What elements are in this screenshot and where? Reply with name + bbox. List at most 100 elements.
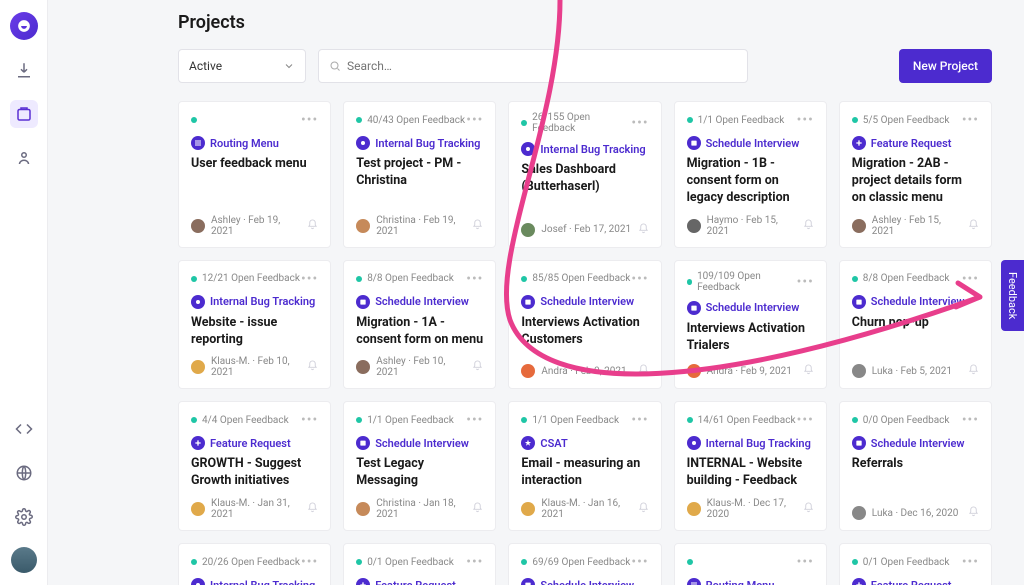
- projects-icon[interactable]: [10, 100, 38, 128]
- card-more-icon[interactable]: •••: [631, 115, 648, 131]
- card-more-icon[interactable]: •••: [797, 412, 814, 428]
- download-icon[interactable]: [10, 56, 38, 84]
- bell-icon[interactable]: [638, 502, 649, 516]
- project-meta: Luka · Dec 16, 2020: [872, 508, 959, 519]
- bell-icon[interactable]: [307, 502, 318, 516]
- author-avatar: [687, 364, 701, 378]
- app-logo[interactable]: [10, 12, 38, 40]
- bell-icon[interactable]: [307, 219, 318, 233]
- bell-icon[interactable]: [803, 364, 814, 378]
- project-title: Migration - 1B - consent form on legacy …: [687, 156, 814, 207]
- search-input[interactable]: [347, 59, 737, 73]
- card-more-icon[interactable]: •••: [962, 271, 979, 287]
- card-more-icon[interactable]: •••: [631, 412, 648, 428]
- open-feedback-count: 12/21 Open Feedback: [191, 273, 300, 284]
- project-tag: Schedule Interview: [852, 295, 979, 309]
- bell-icon[interactable]: [638, 223, 649, 237]
- project-card[interactable]: 109/109 Open Feedback ••• Schedule Inter…: [674, 260, 827, 390]
- user-avatar[interactable]: [11, 547, 37, 573]
- projects-grid: ••• Routing Menu User feedback menu Ashl…: [178, 101, 992, 585]
- project-card[interactable]: 69/69 Open Feedback ••• Schedule Intervi…: [508, 543, 661, 585]
- bell-icon[interactable]: [472, 502, 483, 516]
- project-card[interactable]: 0/1 Open Feedback ••• Feature Request De…: [343, 543, 496, 585]
- bell-icon[interactable]: [968, 364, 979, 378]
- card-more-icon[interactable]: •••: [962, 554, 979, 570]
- card-more-icon[interactable]: •••: [797, 554, 814, 570]
- card-more-icon[interactable]: •••: [301, 271, 318, 287]
- project-card[interactable]: 5/5 Open Feedback ••• Feature Request Mi…: [839, 101, 992, 248]
- project-card[interactable]: 8/8 Open Feedback ••• Schedule Interview…: [343, 260, 496, 390]
- card-more-icon[interactable]: •••: [797, 274, 814, 290]
- search-box[interactable]: [318, 49, 748, 83]
- project-meta: Klaus-M. · Feb 10, 2021: [211, 356, 301, 378]
- toolbar: Active New Project: [178, 49, 992, 83]
- card-more-icon[interactable]: •••: [962, 412, 979, 428]
- project-card[interactable]: 4/4 Open Feedback ••• Feature Request GR…: [178, 401, 331, 531]
- globe-icon[interactable]: [10, 459, 38, 487]
- project-card[interactable]: 14/61 Open Feedback ••• Internal Bug Tra…: [674, 401, 827, 531]
- bell-icon[interactable]: [968, 219, 979, 233]
- project-card[interactable]: 12/21 Open Feedback ••• Internal Bug Tra…: [178, 260, 331, 390]
- open-feedback-count: 85/85 Open Feedback: [521, 273, 630, 284]
- author-avatar: [687, 502, 701, 516]
- project-card[interactable]: 0/1 Open Feedback ••• Feature Request Cl…: [839, 543, 992, 585]
- card-more-icon[interactable]: •••: [466, 412, 483, 428]
- code-icon[interactable]: [10, 415, 38, 443]
- project-tag: Internal Bug Tracking: [191, 578, 318, 585]
- project-tag: Schedule Interview: [356, 295, 483, 309]
- card-more-icon[interactable]: •••: [301, 112, 318, 128]
- bell-icon[interactable]: [472, 360, 483, 374]
- card-more-icon[interactable]: •••: [466, 554, 483, 570]
- author-avatar: [356, 502, 370, 516]
- project-title: GROWTH - Suggest Growth initiatives: [191, 456, 318, 490]
- status-filter[interactable]: Active: [178, 49, 306, 83]
- open-feedback-count: 0/1 Open Feedback: [356, 557, 454, 568]
- project-card[interactable]: ••• Routing Menu Feedback Menu Routing: [674, 543, 827, 585]
- card-more-icon[interactable]: •••: [301, 554, 318, 570]
- project-card[interactable]: ••• Routing Menu User feedback menu Ashl…: [178, 101, 331, 248]
- new-project-button[interactable]: New Project: [899, 49, 992, 83]
- project-card[interactable]: 8/8 Open Feedback ••• Schedule Interview…: [839, 260, 992, 390]
- project-title: Referrals: [852, 456, 979, 473]
- card-more-icon[interactable]: •••: [301, 412, 318, 428]
- project-card[interactable]: 40/43 Open Feedback ••• Internal Bug Tra…: [343, 101, 496, 248]
- project-meta: Klaus-M. · Jan 16, 2021: [541, 498, 631, 520]
- project-tag: Feature Request: [852, 136, 979, 150]
- project-card[interactable]: 1/1 Open Feedback ••• Schedule Interview…: [674, 101, 827, 248]
- project-card[interactable]: 26/155 Open Feedback ••• Internal Bug Tr…: [508, 101, 661, 248]
- project-card[interactable]: 85/85 Open Feedback ••• Schedule Intervi…: [508, 260, 661, 390]
- open-feedback-count: 0/1 Open Feedback: [852, 557, 950, 568]
- status-filter-value: Active: [189, 59, 222, 73]
- card-more-icon[interactable]: •••: [466, 271, 483, 287]
- card-more-icon[interactable]: •••: [631, 554, 648, 570]
- bell-icon[interactable]: [307, 360, 318, 374]
- card-more-icon[interactable]: •••: [466, 112, 483, 128]
- project-title: Email - measuring an interaction: [521, 456, 648, 490]
- bell-icon[interactable]: [472, 219, 483, 233]
- project-tag: Schedule Interview: [687, 301, 814, 315]
- open-feedback-count: 1/1 Open Feedback: [521, 415, 619, 426]
- card-more-icon[interactable]: •••: [962, 112, 979, 128]
- project-title: Churn pop-up: [852, 315, 979, 332]
- project-card[interactable]: 0/0 Open Feedback ••• Schedule Interview…: [839, 401, 992, 531]
- author-avatar: [191, 502, 205, 516]
- open-feedback-count: 8/8 Open Feedback: [356, 273, 454, 284]
- card-more-icon[interactable]: •••: [631, 271, 648, 287]
- bell-icon[interactable]: [803, 502, 814, 516]
- project-card[interactable]: 1/1 Open Feedback ••• Schedule Interview…: [343, 401, 496, 531]
- project-card[interactable]: 1/1 Open Feedback ••• CSAT Email - measu…: [508, 401, 661, 531]
- project-card[interactable]: 20/26 Open Feedback ••• Internal Bug Tra…: [178, 543, 331, 585]
- bell-icon[interactable]: [638, 364, 649, 378]
- gear-icon[interactable]: [10, 503, 38, 531]
- project-tag: Internal Bug Tracking: [687, 436, 814, 450]
- open-feedback-count: 5/5 Open Feedback: [852, 115, 950, 126]
- project-title: Migration - 1A - consent form on menu: [356, 315, 483, 349]
- project-meta: Klaus-M. · Jan 31, 2021: [211, 498, 301, 520]
- agents-icon[interactable]: [10, 144, 38, 172]
- bell-icon[interactable]: [968, 506, 979, 520]
- card-more-icon[interactable]: •••: [797, 112, 814, 128]
- project-tag: Internal Bug Tracking: [191, 295, 318, 309]
- feedback-tab[interactable]: Feedback: [1001, 260, 1024, 331]
- bell-icon[interactable]: [803, 219, 814, 233]
- open-feedback-count: 40/43 Open Feedback: [356, 115, 465, 126]
